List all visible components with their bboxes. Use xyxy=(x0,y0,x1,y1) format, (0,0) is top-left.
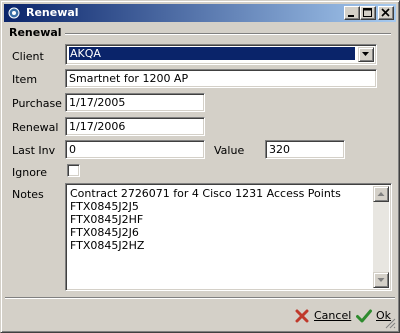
chevron-up-icon xyxy=(377,192,385,196)
close-button[interactable] xyxy=(378,6,394,20)
client-value: AKQA xyxy=(69,47,355,60)
last-inv-label: Last Inv xyxy=(12,144,56,157)
scroll-up-button[interactable] xyxy=(373,186,389,202)
cancel-label: Cancel xyxy=(314,309,352,322)
cancel-button[interactable]: Cancel xyxy=(295,306,352,326)
notes-textarea[interactable]: Contract 2726071 for 4 Cisco 1231 Access… xyxy=(65,183,392,291)
renewal-dialog: Renewal Renewal Client AKQA Item Smartne… xyxy=(0,0,400,333)
notes-scrollbar[interactable] xyxy=(373,186,389,288)
value-label: Value xyxy=(214,144,245,157)
client-dropdown-button[interactable] xyxy=(358,47,374,62)
group-divider xyxy=(63,33,391,35)
client-label: Client xyxy=(12,50,44,63)
notes-content: Contract 2726071 for 4 Cisco 1231 Access… xyxy=(70,187,371,252)
notes-line: FTX0845J2HZ xyxy=(70,239,145,252)
minimize-button[interactable] xyxy=(344,6,360,20)
green-check-icon xyxy=(356,309,372,323)
button-separator xyxy=(5,297,395,299)
resize-grip-icon[interactable] xyxy=(385,318,396,329)
chevron-down-icon xyxy=(362,52,369,56)
window-icon xyxy=(8,7,20,19)
group-title: Renewal xyxy=(9,26,65,39)
last-inv-field[interactable]: 0 xyxy=(65,140,205,159)
renewal-label: Renewal xyxy=(12,121,59,134)
chevron-down-icon xyxy=(377,278,385,282)
value-field[interactable]: 320 xyxy=(265,140,345,159)
notes-line: FTX0845J2J6 xyxy=(70,226,139,239)
purchase-field[interactable]: 1/17/2005 xyxy=(65,93,205,112)
red-x-icon xyxy=(295,309,309,323)
purchase-label: Purchase xyxy=(12,97,62,110)
window-title: Renewal xyxy=(26,6,79,19)
notes-line: FTX0845J2J5 xyxy=(70,200,139,213)
title-bar[interactable]: Renewal xyxy=(4,4,396,22)
renewal-field[interactable]: 1/17/2006 xyxy=(65,117,205,136)
item-field[interactable]: Smartnet for 1200 AP xyxy=(65,69,377,88)
ignore-checkbox[interactable] xyxy=(67,164,80,177)
notes-label: Notes xyxy=(12,188,44,201)
notes-line: FTX0845J2HF xyxy=(70,213,144,226)
maximize-button[interactable] xyxy=(360,6,376,20)
minimize-icon xyxy=(348,15,354,17)
scroll-down-button[interactable] xyxy=(373,272,389,288)
ignore-label: Ignore xyxy=(12,166,47,179)
maximize-icon xyxy=(363,8,372,17)
client-combobox[interactable]: AKQA xyxy=(65,44,377,65)
item-label: Item xyxy=(12,73,38,86)
notes-line: Contract 2726071 for 4 Cisco 1231 Access… xyxy=(70,187,341,200)
close-icon xyxy=(381,8,390,17)
